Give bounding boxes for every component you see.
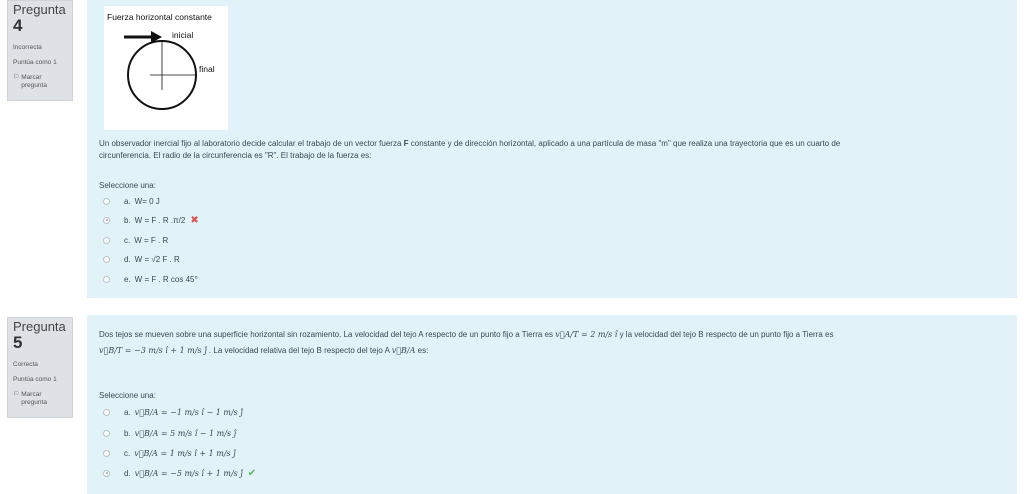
radio-button[interactable]: [103, 408, 110, 416]
question-points: Puntúa como 1: [13, 376, 57, 383]
radio-button[interactable]: [103, 216, 110, 224]
question-info: Pregunta 4 Incorrecta Puntúa como 1 ⚐ Ma…: [7, 0, 73, 101]
answer-option-d[interactable]: d. W = √2 F . R: [103, 253, 180, 265]
figure-title: Fuerza horizontal constante: [107, 12, 212, 22]
answer-option-e[interactable]: e. W = F . R cos 45°: [103, 273, 198, 285]
math-v-a-t: v⃗A/T = 2 m/s î: [555, 330, 618, 339]
answer-option-c[interactable]: c. v⃗B/A = 1 m/s î + 1 m/s ĵ: [103, 447, 236, 459]
radio-button[interactable]: [103, 255, 110, 263]
question-5: Pregunta 5 Correcta Puntúa como 1 ⚐ Marc…: [0, 315, 1024, 494]
question-number: 4: [13, 16, 23, 35]
question-label: Pregunta: [13, 2, 66, 17]
figure-label-final: final: [199, 64, 215, 74]
answer-option-b[interactable]: b. v⃗B/A = 5 m/s î − 1 m/s ĵ: [103, 427, 236, 439]
question-label: Pregunta: [13, 319, 66, 334]
question-figure: Fuerza horizontal constante inicial fina…: [104, 6, 228, 130]
flag-question-link[interactable]: ⚐ Marcar pregunta: [13, 74, 68, 90]
answer-option-a[interactable]: a. W= 0 J: [103, 195, 160, 207]
radio-button[interactable]: [103, 275, 110, 283]
question-4: Pregunta 4 Incorrecta Puntúa como 1 ⚐ Ma…: [0, 0, 1024, 300]
question-text: Dos tejos se mueven sobre una superficie…: [99, 330, 834, 355]
select-one-label: Seleccione una:: [99, 181, 156, 190]
flag-question-link[interactable]: ⚐ Marcar pregunta: [13, 391, 68, 407]
question-content: Fuerza horizontal constante inicial fina…: [87, 0, 1017, 298]
math-v-b-t: v⃗B/T = −3 m/s î + 1 m/s ĵ: [99, 346, 207, 355]
question-content: Dos tejos se mueven sobre una superficie…: [87, 315, 1017, 494]
question-points: Puntúa como 1: [13, 59, 57, 66]
question-text: Un observador inercial fijo al laborator…: [99, 139, 841, 160]
radio-button[interactable]: [103, 236, 110, 244]
flag-icon: ⚐: [13, 74, 20, 81]
question-state: Incorrecta: [13, 44, 42, 51]
math-v-b-a: v⃗B/A: [391, 346, 416, 355]
answer-option-b[interactable]: b. W = F . R .π/2 ✖: [103, 214, 199, 226]
flag-icon: ⚐: [13, 391, 20, 398]
radio-button[interactable]: [103, 429, 110, 437]
radio-button[interactable]: [103, 469, 110, 477]
answer-option-d[interactable]: d. v⃗B/A = −5 m/s î + 1 m/s ĵ ✔: [103, 467, 256, 479]
figure-label-inicial: inicial: [172, 30, 193, 40]
answer-option-c[interactable]: c. W = F . R: [103, 234, 168, 246]
question-number: 5: [13, 333, 23, 352]
answer-option-a[interactable]: a. v⃗B/A = −1 m/s î − 1 m/s ĵ: [103, 406, 243, 418]
radio-button[interactable]: [103, 197, 110, 205]
correct-icon: ✔: [247, 467, 257, 479]
incorrect-icon: ✖: [190, 214, 199, 226]
question-state: Correcta: [13, 361, 38, 368]
select-one-label: Seleccione una:: [99, 391, 156, 400]
question-info: Pregunta 5 Correcta Puntúa como 1 ⚐ Marc…: [7, 317, 73, 418]
radio-button[interactable]: [103, 449, 110, 457]
